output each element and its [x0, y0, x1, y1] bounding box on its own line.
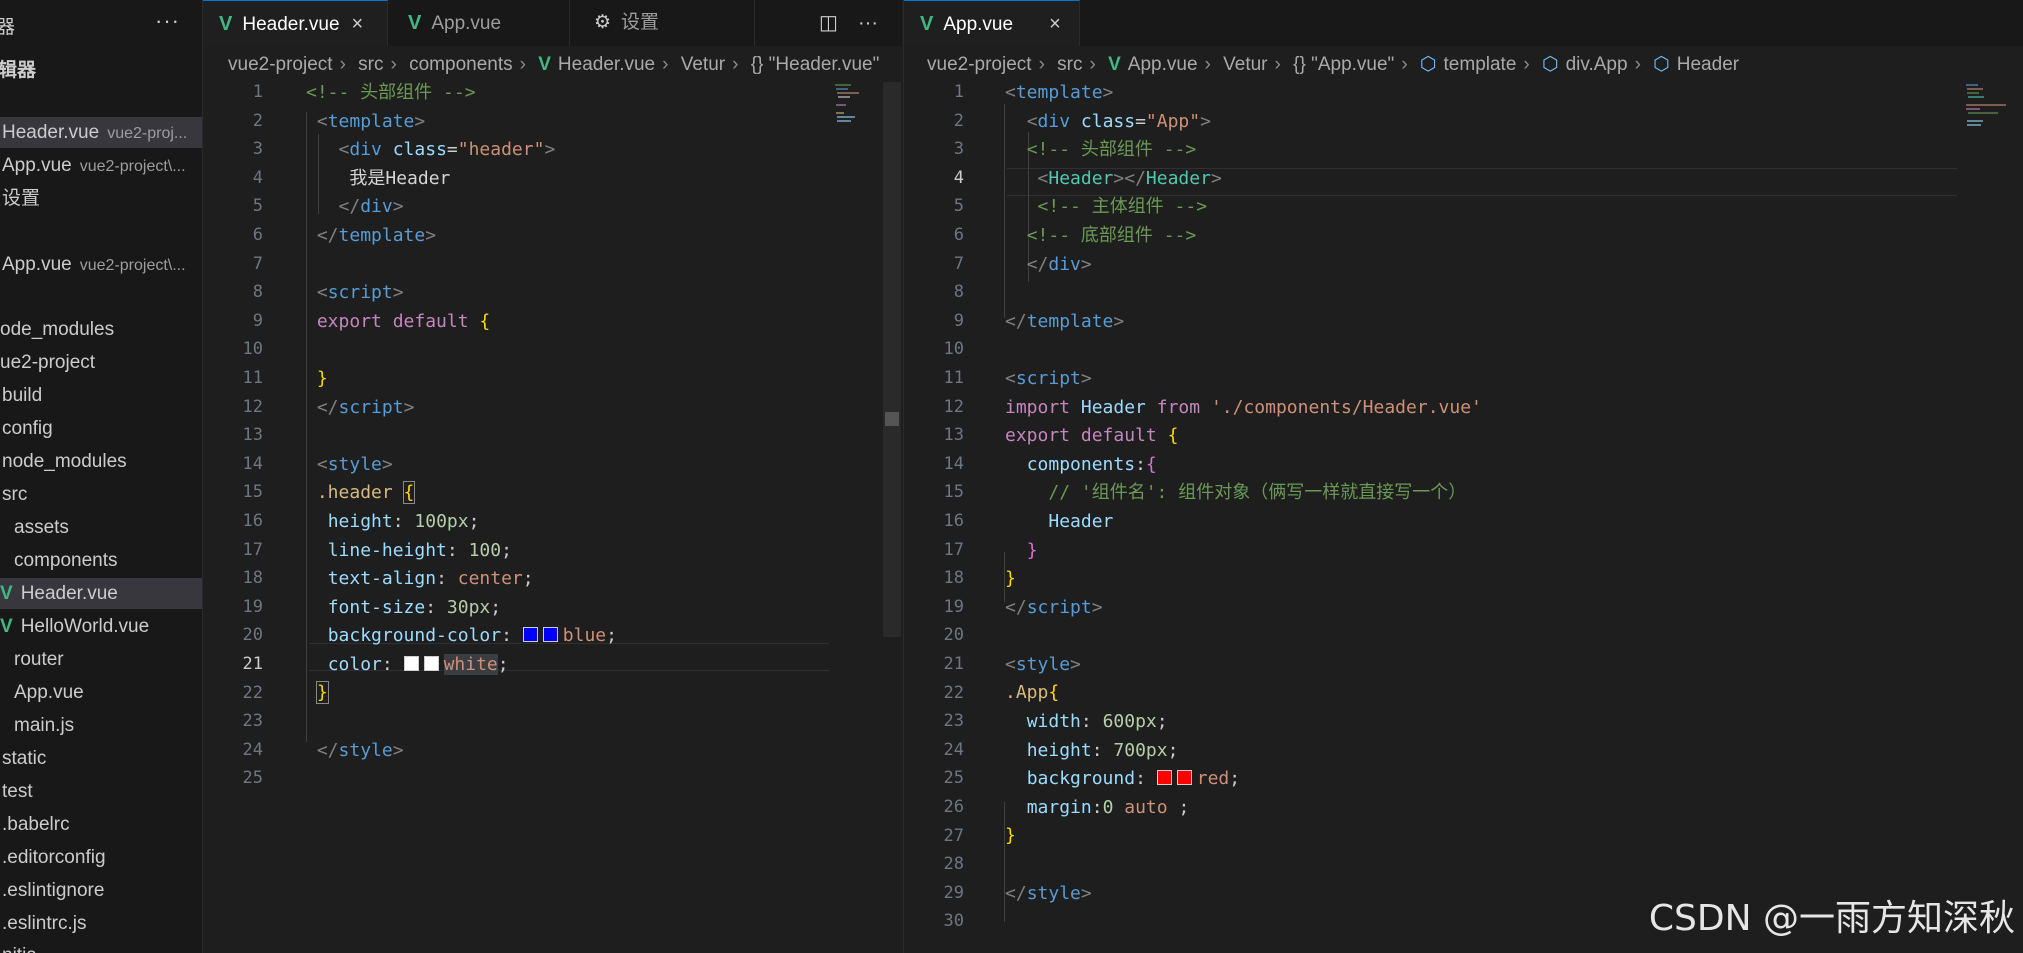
- open-editor-item[interactable]: App.vue vue2-project\...: [0, 150, 202, 181]
- chevron-right-icon: ›: [1401, 54, 1408, 75]
- breadcrumb-item[interactable]: vue2-project: [228, 54, 333, 75]
- tree-item[interactable]: .editorconfig: [0, 842, 202, 873]
- breadcrumb-item[interactable]: vue2-project: [927, 54, 1032, 75]
- breadcrumb-item[interactable]: Header.vue: [558, 54, 655, 75]
- chevron-right-icon: ›: [732, 54, 739, 75]
- open-editor-item[interactable]: App.vue vue2-project\...: [0, 249, 202, 280]
- open-editors-section-title[interactable]: 辑器: [0, 55, 36, 82]
- right-editor[interactable]: 1 2 3 4 5 6 7 8 9 10 11 12 13 14 15 16 1…: [904, 82, 2023, 953]
- more-actions-icon[interactable]: ···: [858, 0, 878, 46]
- color-swatch-icon[interactable]: [423, 655, 439, 671]
- close-icon[interactable]: ×: [352, 13, 364, 35]
- open-editor-item[interactable]: Header.vue vue2-proj...: [0, 117, 202, 148]
- tree-item[interactable]: router: [0, 644, 202, 675]
- color-swatch-icon[interactable]: [522, 627, 538, 643]
- chevron-right-icon: ›: [662, 54, 669, 75]
- breadcrumb-item[interactable]: App.vue: [1128, 54, 1198, 75]
- more-actions-icon[interactable]: ···: [155, 8, 180, 34]
- tree-item[interactable]: .eslintignore: [0, 875, 202, 906]
- vue-file-icon: V: [219, 13, 233, 35]
- open-editor-item[interactable]: 设置: [0, 183, 202, 214]
- symbol-icon: ⬡: [1542, 54, 1559, 75]
- right-tab-bar: V App.vue ×: [904, 0, 2023, 46]
- close-icon[interactable]: ×: [1049, 13, 1061, 35]
- breadcrumb-item[interactable]: Header: [1677, 54, 1739, 75]
- tab-header-vue[interactable]: V Header.vue ×: [203, 0, 388, 46]
- vue-file-icon: V: [0, 616, 13, 637]
- explorer-sidebar: 器 ··· 辑器 Header.vue vue2-proj... App.vue v…: [0, 0, 202, 953]
- color-swatch-icon[interactable]: [1156, 770, 1172, 786]
- symbol-icon: ⬡: [1419, 54, 1437, 75]
- tree-item[interactable]: test: [0, 776, 202, 807]
- code-content-header-vue[interactable]: <!-- 头部组件 --> <template> <div class="hea…: [306, 79, 617, 765]
- tree-item[interactable]: .eslintrc.js: [0, 908, 202, 939]
- vue-file-icon: V: [1108, 54, 1121, 75]
- tree-item[interactable]: assets: [0, 512, 202, 543]
- tab-app-vue[interactable]: V App.vue ×: [904, 0, 1080, 46]
- breadcrumb-item[interactable]: src: [1057, 54, 1082, 75]
- explorer-header: 器 ···: [0, 0, 202, 46]
- breadcrumb-left: vue2-project › src › components › V Header.v…: [228, 50, 898, 80]
- breadcrumb-item[interactable]: div.App: [1566, 54, 1628, 75]
- chevron-right-icon: ›: [339, 54, 346, 75]
- minimap[interactable]: [835, 84, 865, 124]
- vue-file-icon: V: [920, 13, 934, 35]
- tree-item[interactable]: V HelloWorld.vue: [0, 611, 202, 642]
- vertical-scrollbar[interactable]: [883, 82, 901, 637]
- tree-item[interactable]: nitia: [0, 940, 202, 953]
- tree-item[interactable]: build: [0, 380, 202, 411]
- current-line-number: 4: [953, 167, 964, 188]
- breadcrumb-item[interactable]: Vetur: [681, 54, 725, 75]
- tree-item[interactable]: .babelrc: [0, 809, 202, 840]
- settings-icon: ⚙: [594, 12, 612, 33]
- tree-item[interactable]: static: [0, 743, 202, 774]
- color-swatch-icon[interactable]: [403, 655, 419, 671]
- vue-file-icon: V: [538, 54, 551, 75]
- breadcrumb-item[interactable]: src: [358, 54, 383, 75]
- scrollbar-thumb[interactable]: [885, 412, 899, 426]
- chevron-right-icon: ›: [1089, 54, 1096, 75]
- explorer-title: 器: [0, 17, 16, 38]
- breadcrumb-item[interactable]: {} "Header.vue": [751, 54, 880, 75]
- chevron-right-icon: ›: [1038, 54, 1045, 75]
- tree-item[interactable]: src: [0, 479, 202, 510]
- tree-item[interactable]: main.js: [0, 710, 202, 741]
- chevron-right-icon: ›: [519, 54, 526, 75]
- split-editor-icon[interactable]: ◫: [819, 0, 838, 46]
- breadcrumb-right: vue2-project › src › V App.vue › Vetur › {} "…: [927, 50, 2017, 80]
- tree-item[interactable]: App.vue: [0, 677, 202, 708]
- breadcrumb-item[interactable]: {} "App.vue": [1293, 54, 1394, 75]
- tab-settings[interactable]: ⚙ 设置: [570, 0, 755, 46]
- vue-file-icon: V: [408, 12, 422, 34]
- left-editor[interactable]: 1 2 3 4 5 6 7 8 9 10 11 12 13 14 15 16 1…: [203, 82, 902, 953]
- tree-item[interactable]: ue2-project: [0, 347, 202, 378]
- color-swatch-icon[interactable]: [542, 627, 558, 643]
- code-content-app-vue[interactable]: <template> <div class="App"> <!-- 头部组件 -…: [1005, 79, 1482, 908]
- breadcrumb-item[interactable]: Vetur: [1223, 54, 1267, 75]
- chevron-right-icon: ›: [1274, 54, 1281, 75]
- left-tab-bar: V Header.vue × V App.vue ⚙ 设置 ◫ ···: [203, 0, 902, 46]
- vue-file-icon: V: [0, 583, 13, 604]
- chevron-right-icon: ›: [390, 54, 397, 75]
- breadcrumb-item[interactable]: components: [409, 54, 513, 75]
- minimap[interactable]: [1966, 84, 2016, 129]
- breadcrumb-item[interactable]: template: [1444, 54, 1517, 75]
- tree-item[interactable]: node_modules: [0, 446, 202, 477]
- tab-app-vue[interactable]: V App.vue: [388, 0, 570, 46]
- color-swatch-icon[interactable]: [1176, 770, 1192, 786]
- symbol-icon: ⬡: [1653, 54, 1670, 75]
- tree-item-selected[interactable]: V Header.vue: [0, 578, 202, 609]
- chevron-right-icon: ›: [1523, 54, 1530, 75]
- current-line-number: 21: [242, 654, 263, 674]
- tree-item[interactable]: ode_modules: [0, 314, 202, 345]
- chevron-right-icon: ›: [1204, 54, 1211, 75]
- tree-item[interactable]: config: [0, 413, 202, 444]
- chevron-right-icon: ›: [1634, 54, 1641, 75]
- csdn-watermark: CSDN @一雨方知深秋: [1648, 898, 2015, 939]
- tree-item[interactable]: components: [0, 545, 202, 576]
